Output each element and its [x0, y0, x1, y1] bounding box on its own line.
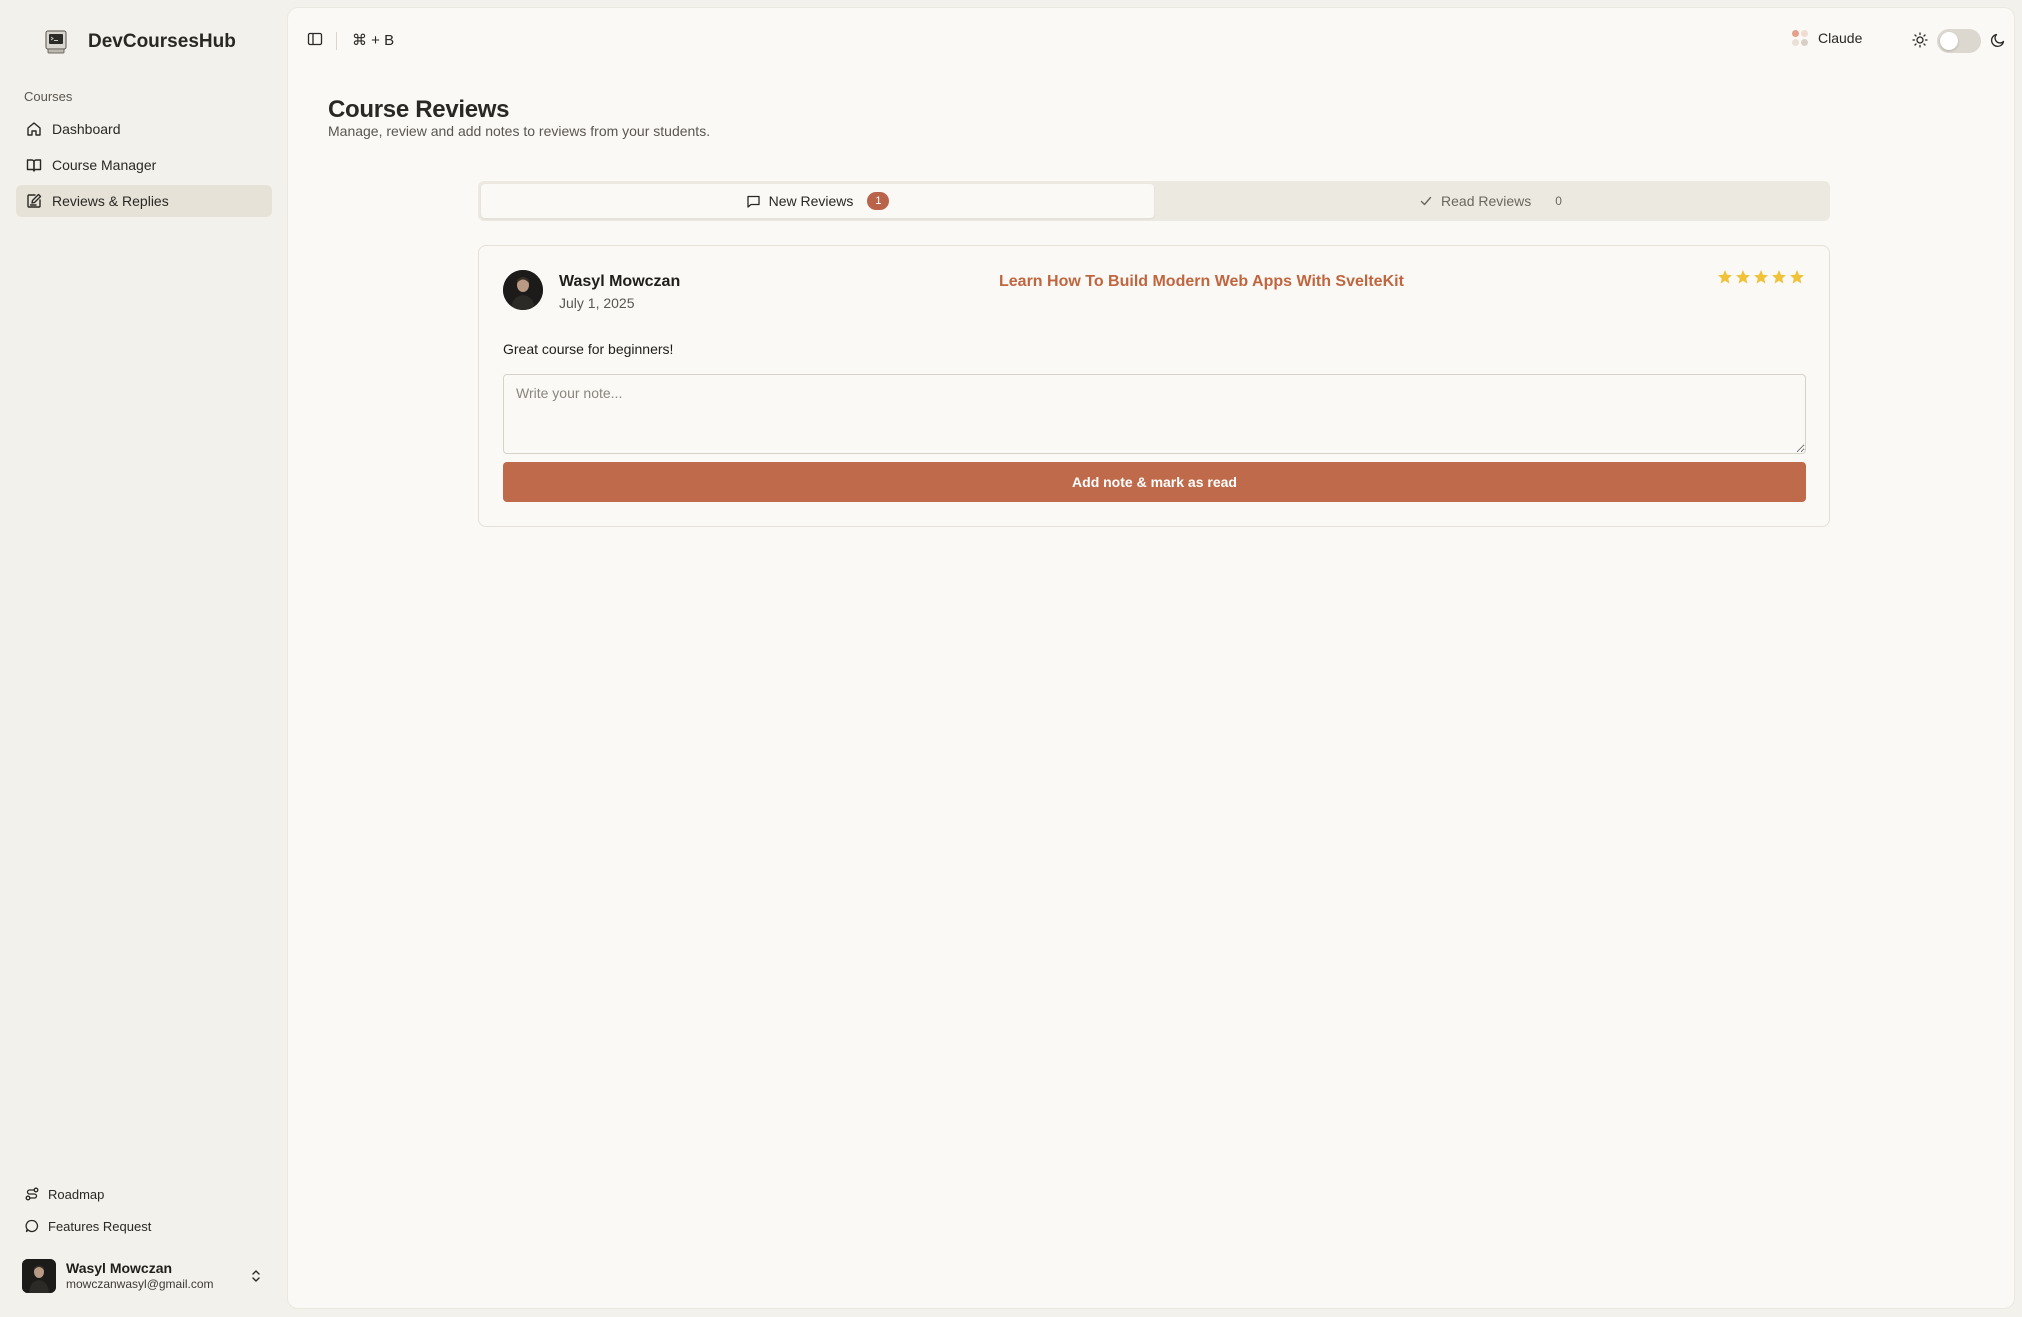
- panel-left-icon: [307, 31, 323, 52]
- user-name: Wasyl Mowczan: [66, 1260, 173, 1276]
- sidebar: DevCoursesHub Courses Dashboard Course M…: [0, 0, 288, 1317]
- moon-icon: [1990, 32, 2006, 53]
- dark-mode-toggle[interactable]: [1937, 29, 1981, 53]
- features-request-label: Features Request: [48, 1218, 152, 1234]
- review-tabs: New Reviews 1 Read Reviews 0: [478, 181, 1830, 221]
- user-email: mowczanwasyl@gmail.com: [66, 1277, 214, 1291]
- sidebar-item-label: Dashboard: [52, 121, 121, 137]
- route-icon: [24, 1186, 40, 1202]
- read-reviews-count: 0: [1555, 194, 1562, 208]
- review-card: Wasyl Mowczan July 1, 2025 Learn How To …: [478, 245, 1830, 527]
- sidebar-shortcut-hint: ⌘ + B: [352, 32, 395, 49]
- avatar: [22, 1259, 56, 1293]
- sidebar-link-roadmap[interactable]: Roadmap: [24, 1178, 151, 1210]
- home-icon: [25, 120, 43, 138]
- sidebar-item-label: Course Manager: [52, 157, 157, 173]
- page-subtitle: Manage, review and add notes to reviews …: [328, 123, 711, 139]
- star-icon: [1736, 270, 1750, 284]
- topbar: ⌘ + B Claude: [288, 8, 2014, 74]
- course-title-link[interactable]: Learn How To Build Modern Web Apps With …: [999, 273, 1404, 291]
- review-text: Great course for beginners!: [503, 341, 674, 357]
- sidebar-nav: Dashboard Course Manager Reviews & Repli…: [16, 113, 272, 221]
- brand[interactable]: DevCoursesHub: [40, 26, 236, 58]
- chevrons-up-down-icon: [250, 1268, 262, 1289]
- topbar-divider: [336, 32, 337, 50]
- sidebar-item-reviews-replies[interactable]: Reviews & Replies: [16, 185, 272, 217]
- star-rating: [1715, 269, 1805, 285]
- page-title: Course Reviews: [328, 96, 510, 123]
- reviewer-avatar: [503, 270, 543, 310]
- star-icon: [1790, 270, 1804, 284]
- palette-icon: [1792, 30, 1808, 46]
- roadmap-label: Roadmap: [48, 1186, 105, 1202]
- sidebar-link-features-request[interactable]: Features Request: [24, 1210, 151, 1242]
- review-date: July 1, 2025: [559, 295, 635, 311]
- book-open-icon: [25, 156, 43, 174]
- app-name: DevCoursesHub: [88, 31, 236, 52]
- computer-logo-icon: [40, 26, 72, 58]
- message-circle-icon: [24, 1218, 40, 1234]
- new-reviews-count-badge: 1: [867, 192, 890, 210]
- sun-icon: [1912, 32, 1928, 53]
- edit-note-icon: [25, 192, 43, 210]
- message-square-icon: [746, 194, 761, 209]
- tab-label: New Reviews: [768, 193, 854, 209]
- star-icon: [1754, 270, 1768, 284]
- main-panel: ⌘ + B Claude Course Reviews Manage, revi…: [288, 8, 2014, 1308]
- section-label-courses: Courses: [24, 89, 73, 104]
- sidebar-item-label: Reviews & Replies: [52, 193, 169, 209]
- sidebar-item-course-manager[interactable]: Course Manager: [16, 149, 272, 181]
- sidebar-item-dashboard[interactable]: Dashboard: [16, 113, 272, 145]
- add-note-mark-read-button[interactable]: Add note & mark as read: [503, 462, 1806, 502]
- tab-read-reviews[interactable]: Read Reviews 0: [1154, 184, 1827, 218]
- note-textarea[interactable]: [503, 374, 1806, 454]
- star-icon: [1772, 270, 1786, 284]
- check-icon: [1419, 194, 1433, 208]
- sidebar-footer-links: Roadmap Features Request: [24, 1178, 151, 1242]
- toggle-sidebar-button[interactable]: [304, 30, 326, 52]
- star-icon: [1718, 270, 1732, 284]
- tab-label: Read Reviews: [1441, 193, 1532, 209]
- tab-new-reviews[interactable]: New Reviews 1: [481, 184, 1154, 218]
- theme-selector[interactable]: Claude: [1792, 30, 1862, 46]
- toggle-knob: [1940, 32, 1958, 50]
- theme-name: Claude: [1818, 30, 1863, 46]
- user-menu[interactable]: Wasyl Mowczan mowczanwasyl@gmail.com: [22, 1258, 272, 1294]
- reviewer-name: Wasyl Mowczan: [559, 273, 681, 290]
